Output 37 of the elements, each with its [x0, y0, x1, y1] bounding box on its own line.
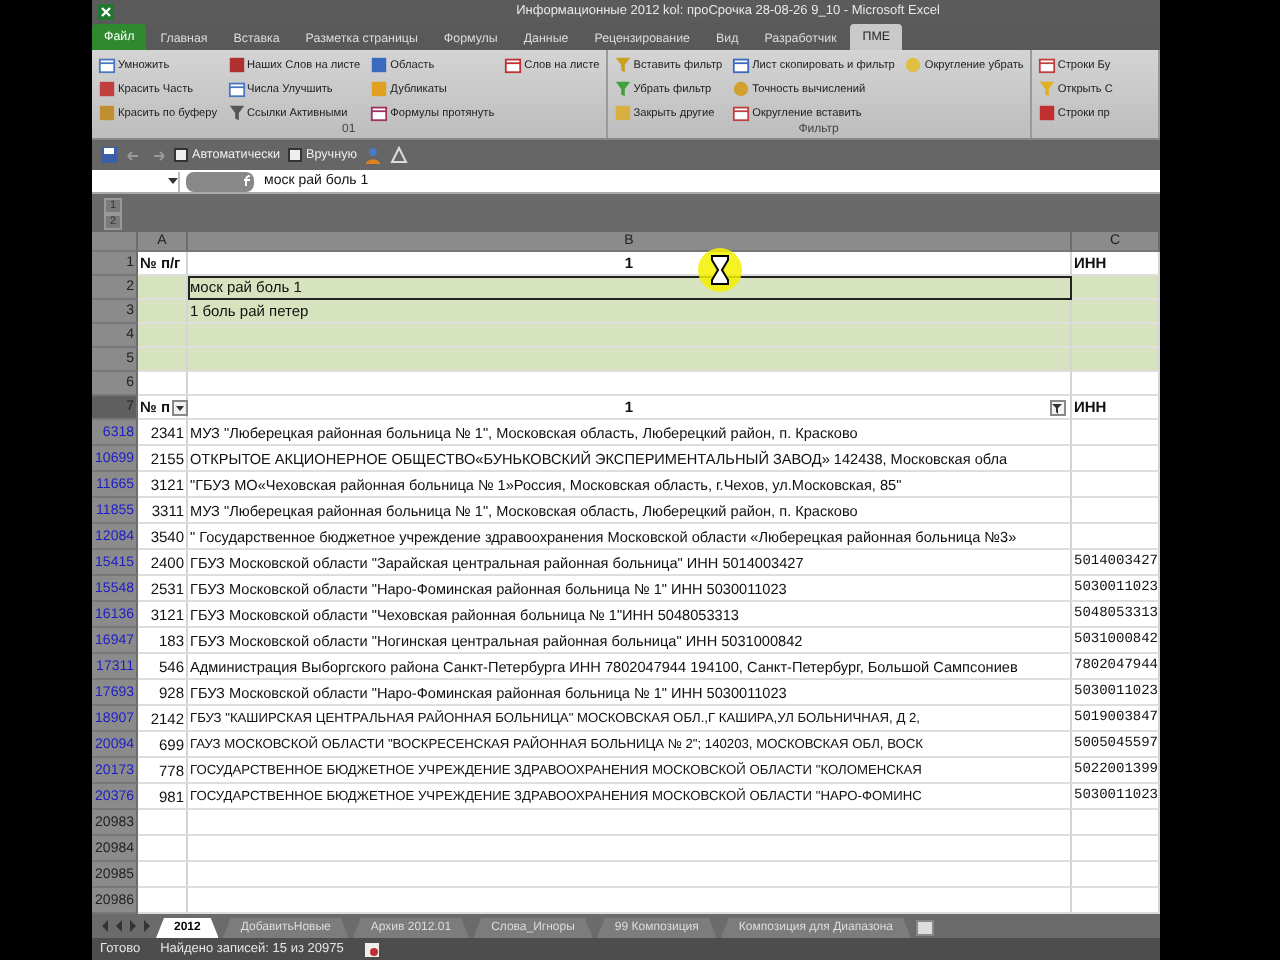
checkbox-icon — [288, 148, 303, 162]
table-cell — [1072, 446, 1160, 472]
dropdown-arrow-icon — [168, 176, 178, 186]
save-icon[interactable] — [100, 146, 118, 164]
table-cell — [1072, 524, 1160, 550]
filter-dropdown-button[interactable] — [1050, 399, 1066, 415]
filter-icon — [1052, 401, 1064, 413]
table-icon — [732, 56, 751, 74]
checkbox-icon — [174, 148, 188, 162]
table-cell — [1072, 888, 1160, 914]
table-cell — [138, 862, 188, 888]
table-cell — [1072, 276, 1160, 300]
table-cell — [138, 810, 188, 836]
table-cell — [138, 836, 188, 862]
table-cell — [1072, 472, 1160, 498]
dropdown-arrow-icon — [173, 401, 186, 413]
new-sheet-icon[interactable] — [915, 920, 934, 936]
table-cell — [1072, 324, 1160, 348]
table-cell — [1072, 498, 1160, 524]
table-cell — [1072, 348, 1160, 372]
hourglass-cursor-icon — [698, 248, 742, 292]
excel-logo-icon — [98, 3, 114, 19]
table-cell — [1072, 810, 1160, 836]
table-cell — [1072, 300, 1160, 324]
table-cell — [1072, 372, 1160, 396]
table-icon — [732, 104, 751, 122]
filter-dropdown-button[interactable] — [171, 399, 188, 415]
table-cell — [138, 888, 188, 914]
undo-icon[interactable] — [126, 147, 142, 163]
sheet-navigation-icon[interactable] — [100, 918, 152, 934]
insert-function-button[interactable] — [186, 171, 254, 191]
macro-record-icon[interactable] — [363, 941, 380, 957]
redo-icon[interactable] — [150, 147, 166, 163]
table-cell — [1072, 862, 1160, 888]
table-cell — [1072, 420, 1160, 446]
person-icon — [364, 146, 383, 164]
table-cell — [1072, 836, 1160, 862]
